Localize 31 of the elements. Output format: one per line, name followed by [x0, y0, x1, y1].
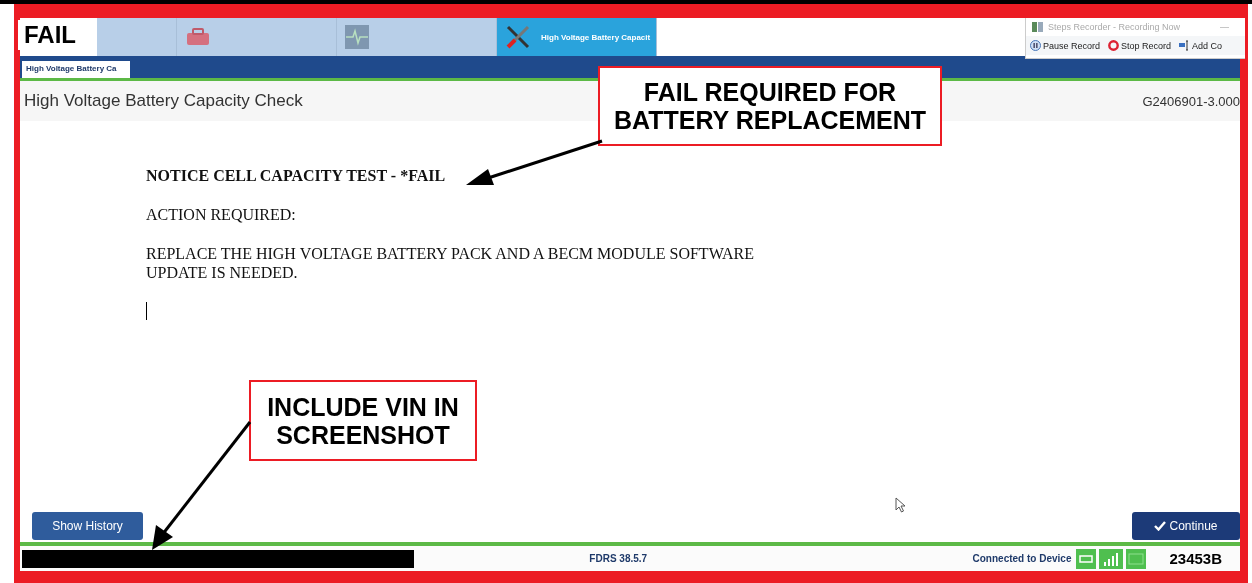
- app-tab[interactable]: [337, 18, 497, 56]
- recorder-button[interactable]: Stop Record: [1108, 40, 1172, 51]
- text-cursor: [146, 302, 147, 320]
- message-text: ACTION REQUIRED:: [146, 205, 297, 224]
- connection-status: Connected to Device: [972, 553, 1072, 564]
- software-version: FDRS 38.5.7: [589, 553, 648, 564]
- vin-number: 23453B: [1169, 550, 1222, 567]
- card-icon: [1126, 548, 1147, 569]
- recorder-button[interactable]: Add Co: [1179, 40, 1223, 51]
- mouse-pointer-icon: [895, 497, 906, 513]
- recorder-title: Steps Recorder - Recording Now: [1048, 22, 1181, 32]
- waveform-icon: [345, 25, 369, 49]
- stop-icon: [1108, 40, 1120, 51]
- notice-heading: NOTICE CELL CAPACITY TEST - *FAIL: [146, 166, 447, 185]
- app-tab[interactable]: [177, 18, 337, 56]
- recorder-button[interactable]: Pause Record: [1030, 40, 1101, 51]
- message-text: REPLACE THE HIGH VOLTAGE BATTERY PACK AND A BECM MODULE SOFTWARE UPDATE IS NEEDED.: [146, 244, 755, 282]
- app-tab[interactable]: [97, 18, 177, 56]
- recorder-icon: [1032, 22, 1044, 32]
- annotation-callout: FAIL REQUIRED FOR BATTERY REPLACEMENT: [598, 66, 942, 146]
- toolbox-icon: [185, 28, 211, 46]
- page-title: High Voltage Battery Capacity Check: [24, 91, 303, 111]
- annotation-callout: INCLUDE VIN IN SCREENSHOT: [249, 380, 477, 461]
- pause-icon: [1030, 40, 1041, 51]
- procedure-code: G2406901-3.000: [1142, 93, 1240, 109]
- tools-icon: [505, 24, 531, 50]
- document-tab[interactable]: High Voltage Battery Ca: [22, 61, 130, 78]
- comment-icon: [1179, 40, 1191, 51]
- show-history-button[interactable]: Show History: [32, 512, 143, 540]
- continue-button[interactable]: Continue: [1132, 512, 1240, 540]
- check-icon: [1154, 521, 1167, 531]
